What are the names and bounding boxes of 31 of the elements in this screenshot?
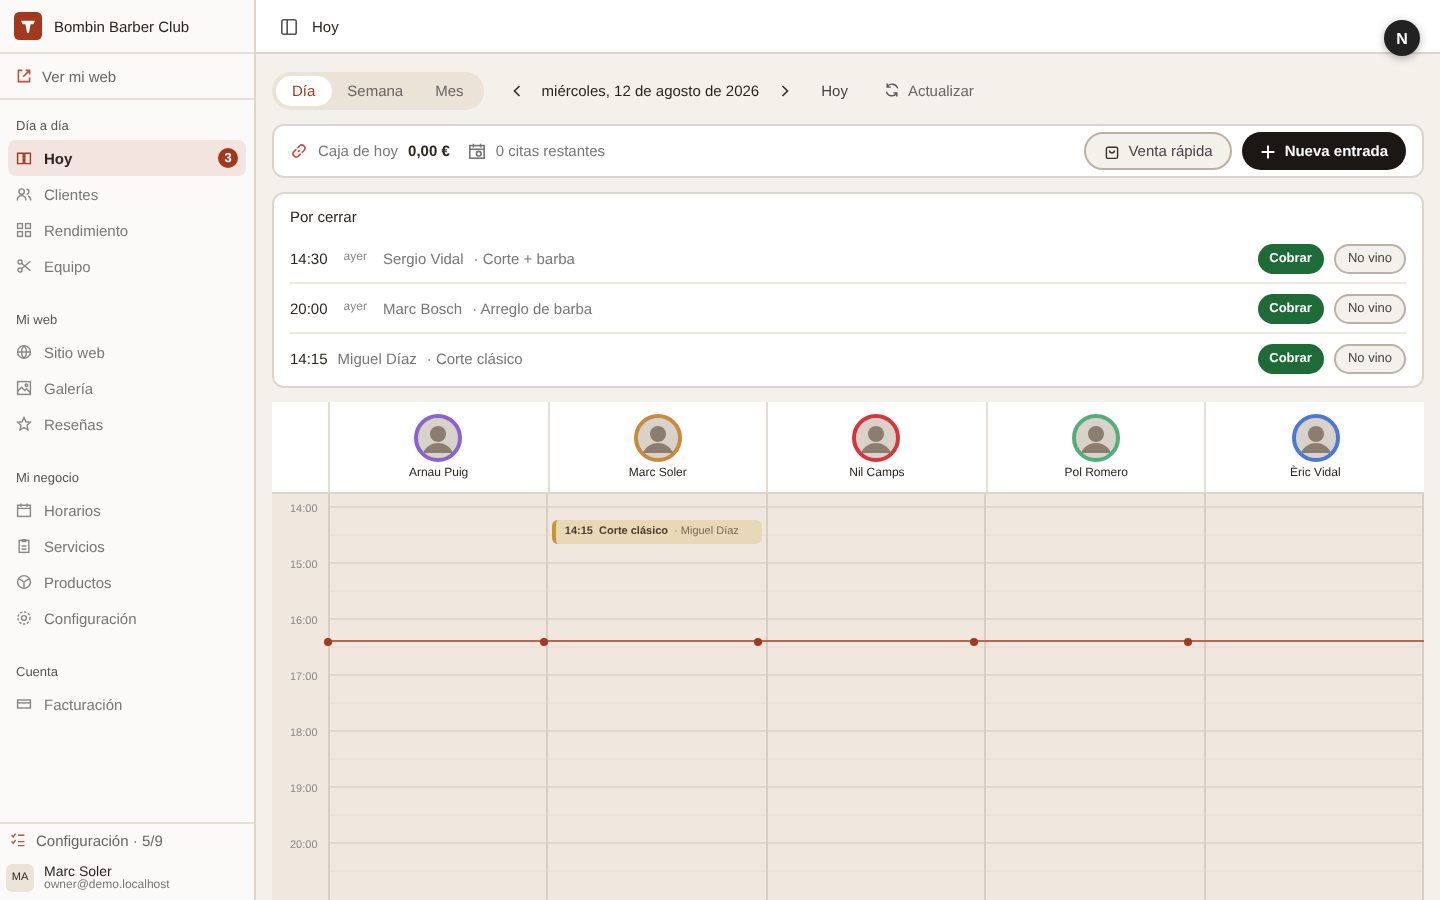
gear-icon bbox=[16, 610, 32, 626]
image-icon bbox=[16, 380, 32, 396]
box-icon bbox=[16, 574, 32, 590]
hour-label: 15:00 bbox=[290, 560, 318, 572]
star-icon bbox=[16, 416, 32, 432]
refresh-icon bbox=[883, 82, 900, 98]
chevron-right-icon bbox=[779, 83, 790, 97]
plus-icon bbox=[1260, 143, 1277, 159]
calendar-icon bbox=[467, 142, 486, 160]
calendar-icon bbox=[16, 502, 32, 518]
checklist-icon bbox=[10, 832, 26, 848]
hour-label: 17:00 bbox=[290, 672, 318, 684]
book-icon bbox=[16, 150, 32, 166]
clipboard-icon bbox=[16, 538, 32, 554]
bag-icon bbox=[1104, 143, 1121, 159]
external-link-icon bbox=[16, 68, 32, 84]
chevron-left-icon bbox=[511, 83, 522, 97]
link-icon bbox=[290, 142, 308, 160]
hour-label: 19:00 bbox=[290, 784, 318, 796]
hour-label: 14:00 bbox=[290, 504, 318, 516]
sidebar-icon bbox=[280, 17, 298, 35]
logo-icon bbox=[14, 12, 42, 40]
scissors-icon bbox=[16, 258, 32, 274]
hour-label: 20:00 bbox=[290, 840, 318, 852]
grid-icon bbox=[16, 222, 32, 238]
hour-label: 18:00 bbox=[290, 728, 318, 740]
sidebar-toggle-button[interactable] bbox=[276, 13, 302, 39]
hour-label: 16:00 bbox=[290, 616, 318, 628]
users-icon bbox=[16, 186, 32, 202]
card-icon bbox=[16, 696, 32, 712]
globe-icon bbox=[16, 344, 32, 360]
